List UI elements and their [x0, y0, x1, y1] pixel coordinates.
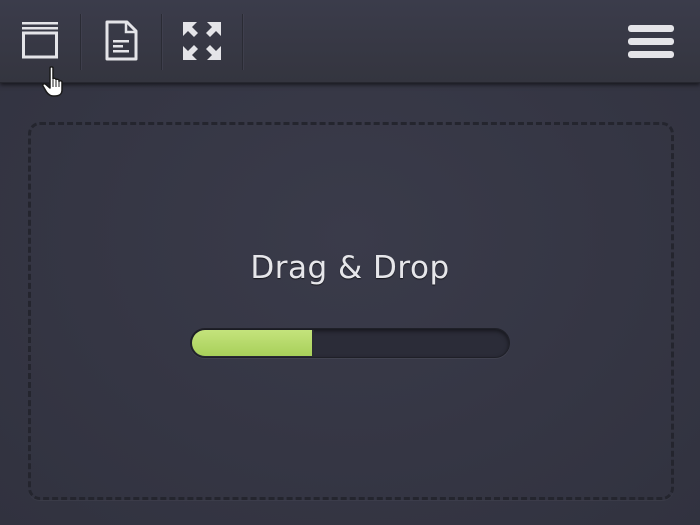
drop-zone-title: Drag & Drop [250, 250, 450, 286]
hamburger-menu-icon [628, 25, 674, 58]
document-button[interactable] [81, 0, 161, 82]
drop-zone[interactable] [28, 122, 674, 500]
toolbar [0, 0, 700, 83]
upload-progress-fill [192, 330, 314, 356]
app-window: Drag & Drop [0, 0, 700, 525]
hand-cursor-icon [42, 66, 63, 97]
expand-button[interactable] [162, 0, 242, 82]
window-icon [22, 22, 58, 59]
expand-icon [183, 22, 221, 60]
upload-progress-bar [190, 328, 510, 358]
menu-button[interactable] [626, 22, 676, 62]
document-icon [105, 20, 138, 61]
toolbar-separator [242, 14, 243, 70]
